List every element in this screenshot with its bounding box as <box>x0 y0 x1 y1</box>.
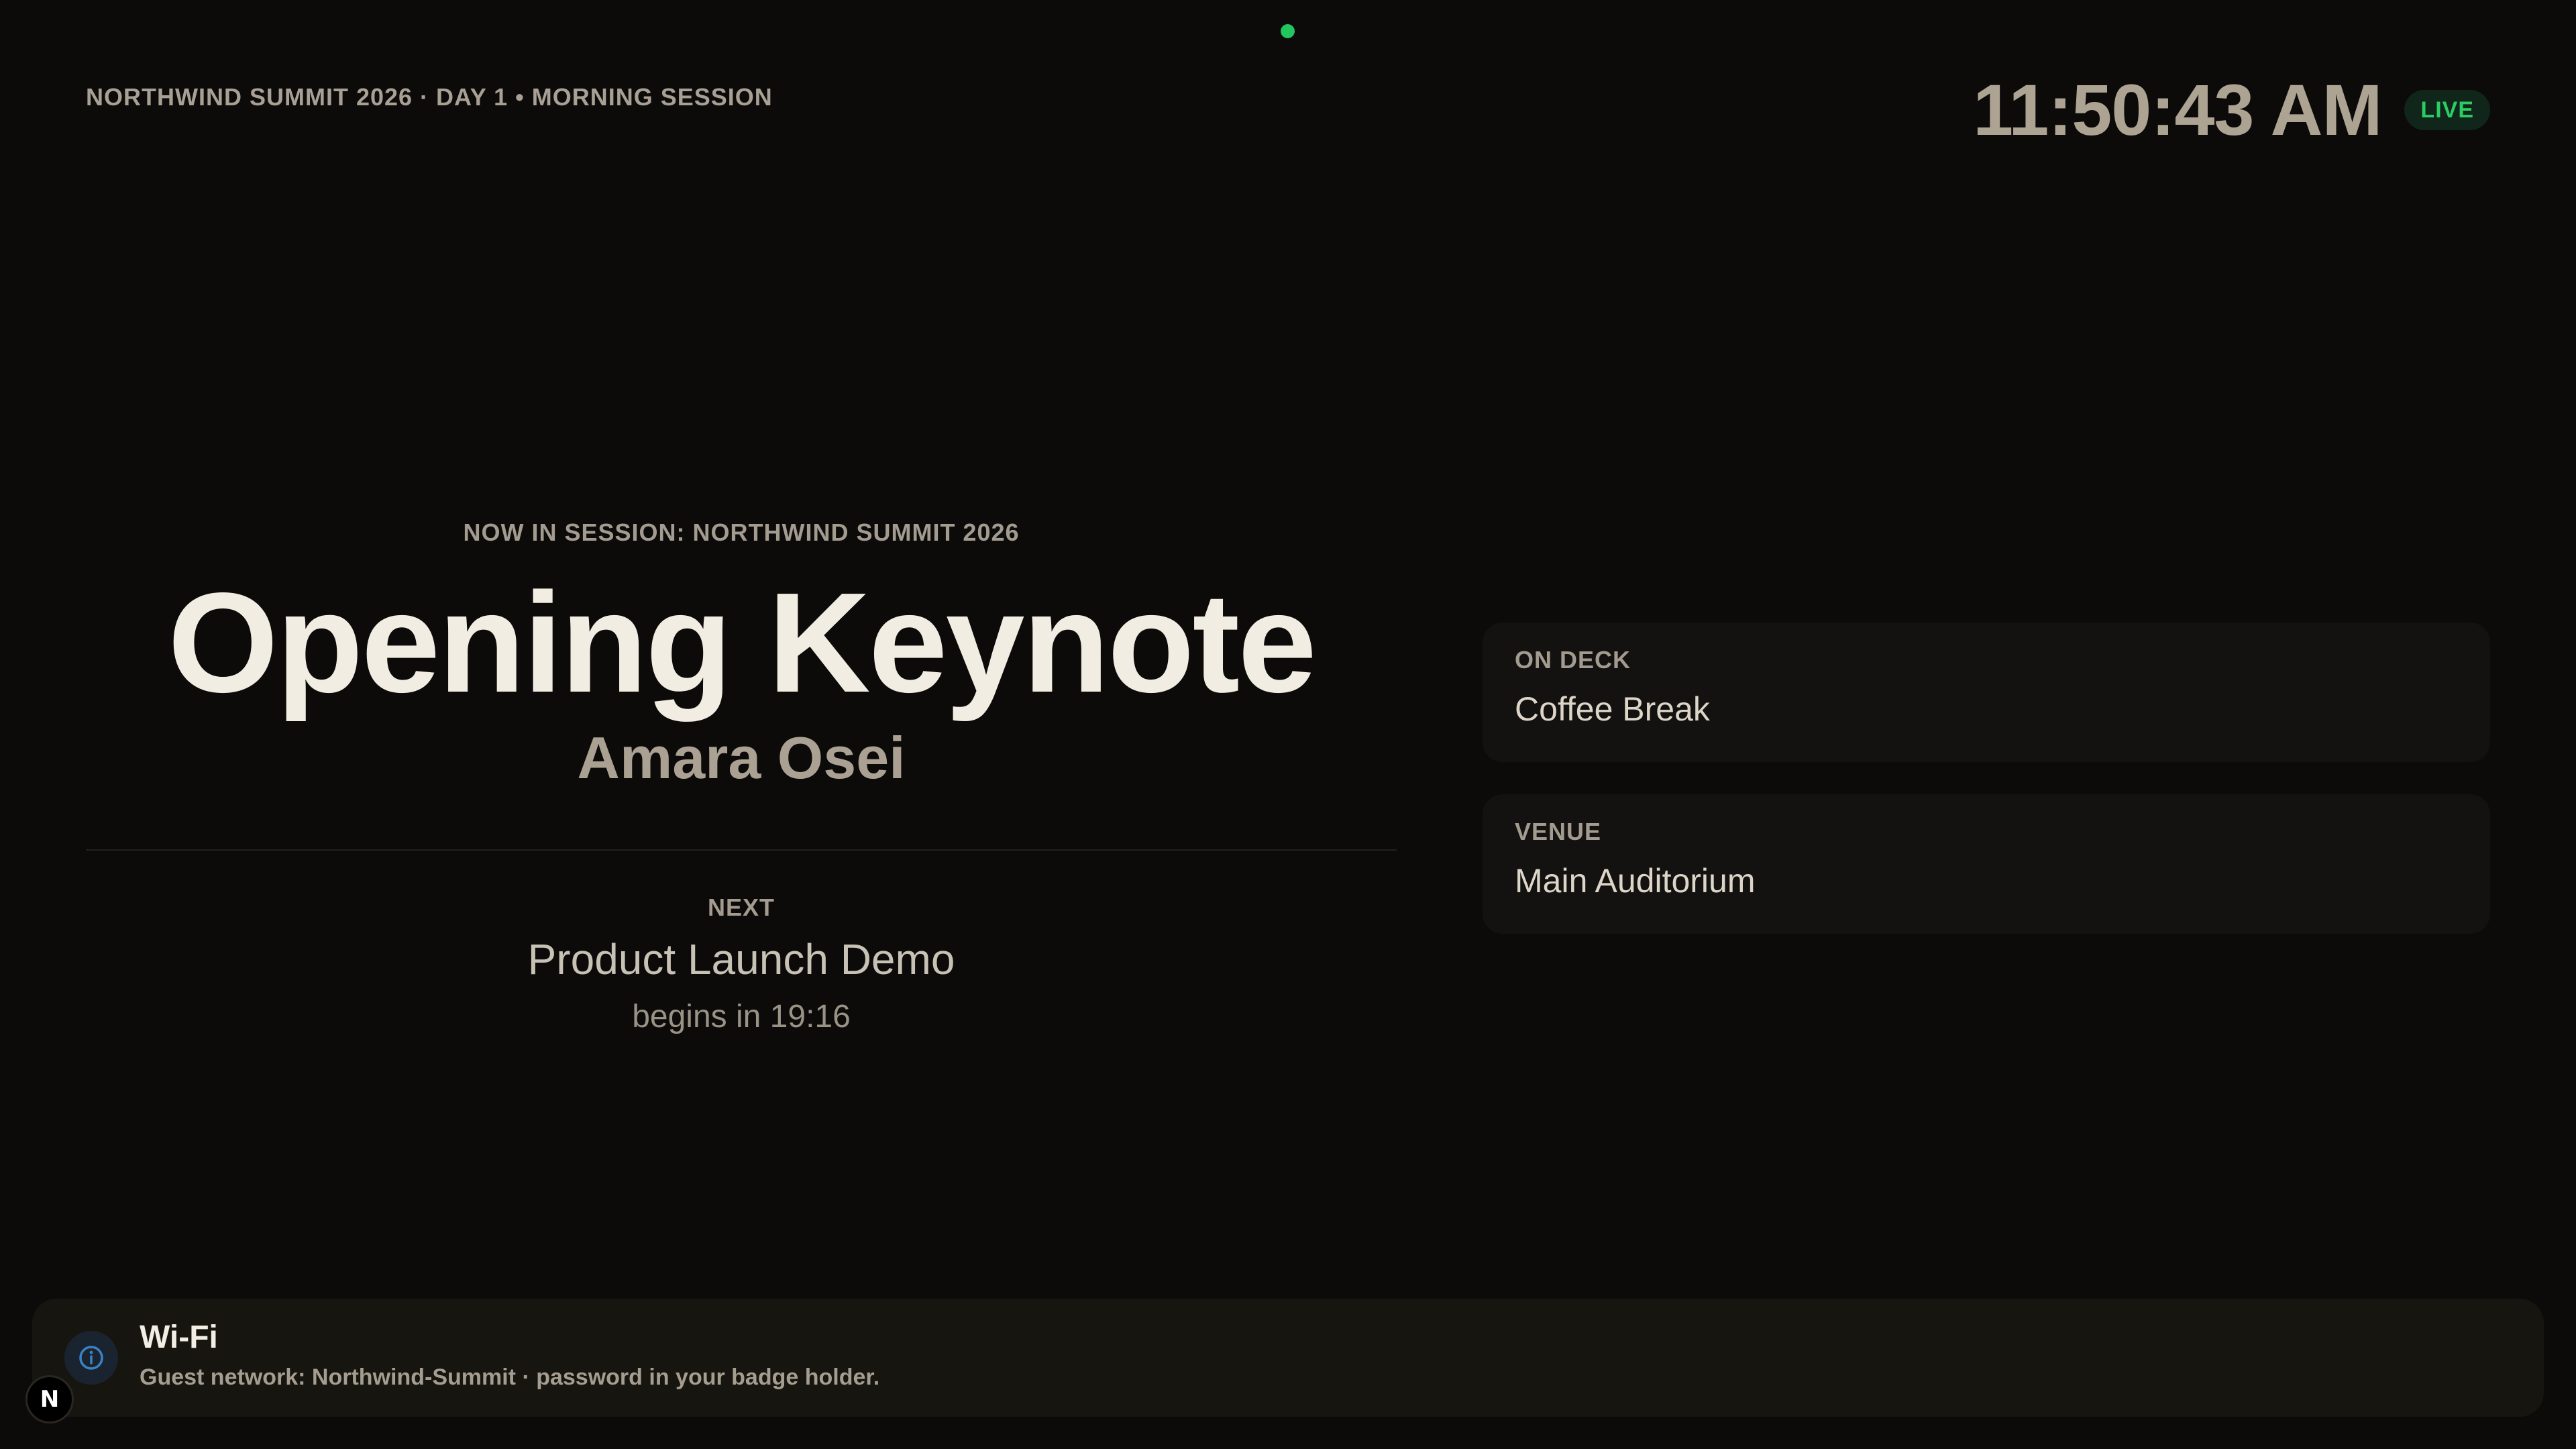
live-badge: LIVE <box>2404 90 2490 130</box>
notice-title: Wi-Fi <box>140 1320 218 1355</box>
brand-badge-button[interactable]: N <box>25 1375 74 1424</box>
clock-area: 11:50:43 AM LIVE <box>1973 74 2490 146</box>
current-session: NOW IN SESSION: NORTHWIND SUMMIT 2026 Op… <box>86 517 1397 788</box>
session-status-label: NOW IN SESSION: NORTHWIND SUMMIT 2026 <box>463 519 1020 546</box>
on-deck-value: Coffee Break <box>1515 690 1710 728</box>
venue-value: Main Auditorium <box>1515 862 1756 900</box>
next-session: NEXT Product Launch Demo begins in 19:16 <box>86 892 1397 1033</box>
divider <box>86 849 1397 851</box>
next-session-title: Product Launch Demo <box>527 935 955 983</box>
notice-body: Guest network: Northwind-Summit · passwo… <box>140 1364 880 1390</box>
clock: 11:50:43 AM <box>1973 69 2382 150</box>
wifi-notice: Wi-Fi Guest network: Northwind-Summit · … <box>32 1299 2544 1417</box>
venue-label: VENUE <box>1515 818 1602 845</box>
next-label: NEXT <box>707 894 775 921</box>
speaker-name: Amara Osei <box>577 724 906 791</box>
next-session-countdown: begins in 19:16 <box>632 999 851 1034</box>
venue-card: VENUE Main Auditorium <box>1483 794 2490 934</box>
session-title: Opening Keynote <box>167 563 1317 722</box>
event-header: NORTHWIND SUMMIT 2026 · DAY 1 • MORNING … <box>86 83 773 111</box>
on-deck-card: ON DECK Coffee Break <box>1483 623 2490 762</box>
on-deck-label: ON DECK <box>1515 646 1631 674</box>
info-icon <box>64 1331 118 1385</box>
live-status-dot <box>1281 24 1295 38</box>
